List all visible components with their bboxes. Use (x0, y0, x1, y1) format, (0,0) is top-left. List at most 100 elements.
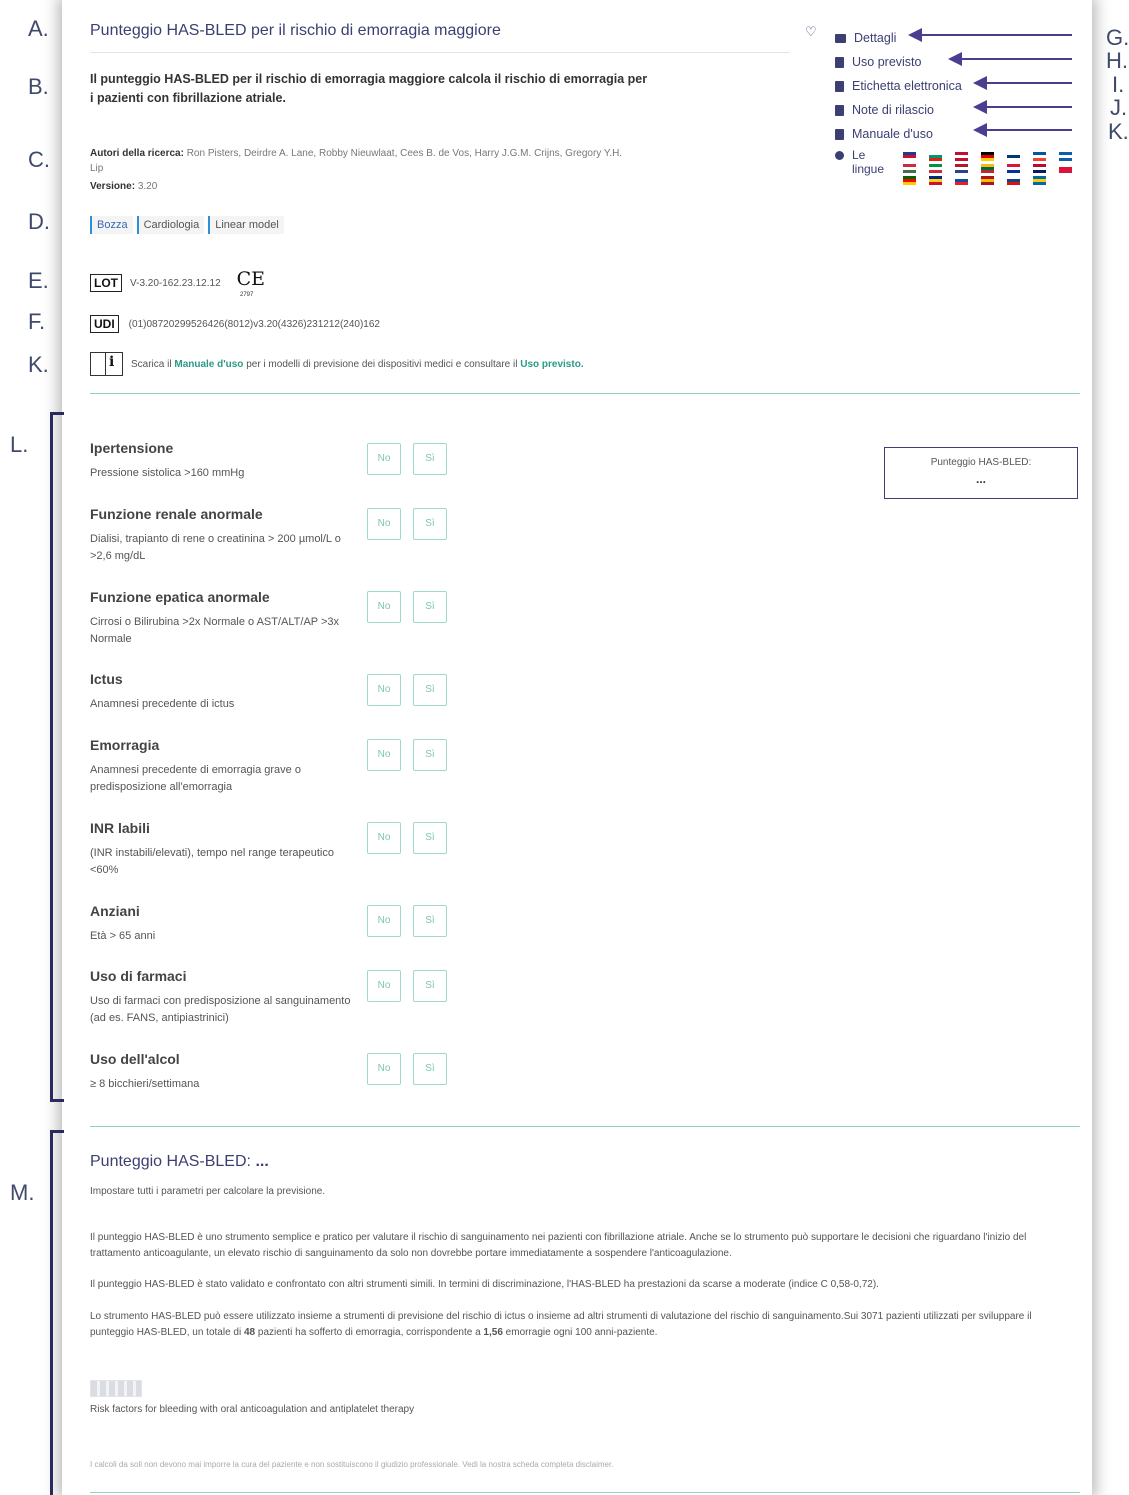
annotation-k-left: K. (28, 352, 49, 377)
yes-button[interactable]: Sì (413, 822, 447, 854)
side-nav: Dettagli Uso previsto Etichetta elettron… (835, 26, 962, 146)
tag-list: Bozza Cardiologia Linear model (90, 216, 284, 234)
yes-button[interactable]: Sì (413, 905, 447, 937)
languages-label-2: lingue (852, 162, 885, 176)
language-flag-icon[interactable] (929, 164, 942, 173)
question-title: Emorragia (90, 737, 160, 753)
language-flag-icon[interactable] (1033, 152, 1046, 161)
bracket-m (50, 1130, 64, 1495)
language-flags (903, 152, 1072, 185)
language-flag-icon[interactable] (1033, 164, 1046, 173)
nav-etichetta-elettronica[interactable]: Etichetta elettronica (835, 74, 962, 98)
nav-label: Etichetta elettronica (852, 79, 962, 93)
language-flag-icon[interactable] (1033, 176, 1046, 185)
score-box: Punteggio HAS-BLED: ... (884, 447, 1078, 499)
language-flag-icon[interactable] (1059, 164, 1072, 173)
question-item: Ictus Anamnesi precedente di ictus (90, 671, 360, 713)
yes-button[interactable]: Sì (413, 508, 447, 540)
reference-thumbnail[interactable] (90, 1380, 142, 1397)
language-flag-icon[interactable] (955, 176, 968, 185)
annotation-l: L. (10, 432, 29, 457)
question-item: Ipertensione Pressione sistolica >160 mmH… (90, 440, 360, 482)
question-item: Uso dell'alcol ≥ 8 bicchieri/settimana (90, 1051, 360, 1093)
language-flag-icon[interactable] (955, 164, 968, 173)
nav-manuale-uso[interactable]: Manuale d'uso (835, 122, 962, 146)
yes-button[interactable]: Sì (413, 443, 447, 475)
language-flag-icon[interactable] (981, 164, 994, 173)
manual-prefix: Scarica il (131, 358, 172, 370)
tag-cardiologia[interactable]: Cardiologia (136, 216, 205, 234)
language-flag-icon[interactable] (903, 164, 916, 173)
document-icon (835, 56, 844, 68)
no-button[interactable]: No (367, 443, 401, 475)
reference-caption[interactable]: Risk factors for bleeding with oral anti… (90, 1404, 414, 1415)
authors: Autori della ricerca: Ron Pisters, Deird… (90, 146, 635, 176)
annotation-k-right: K. (1108, 119, 1129, 144)
language-flag-icon[interactable] (955, 152, 968, 161)
p3-d: 1,56 (483, 1327, 503, 1338)
yes-button[interactable]: Sì (413, 674, 447, 706)
manual-link[interactable]: Manuale d'uso (174, 359, 243, 370)
no-button[interactable]: No (367, 739, 401, 771)
p3-b: 48 (244, 1327, 256, 1338)
header-divider (90, 393, 1080, 394)
language-flag-icon[interactable] (929, 176, 942, 185)
question-title: Funzione renale anormale (90, 506, 263, 522)
no-button[interactable]: No (367, 970, 401, 1002)
question-title: Uso di farmaci (90, 968, 187, 984)
language-flag-icon[interactable] (1059, 152, 1072, 161)
question-item: Uso di farmaci Uso di farmaci con predisp… (90, 968, 360, 1027)
language-flag-icon[interactable] (1007, 152, 1020, 161)
language-flag-icon[interactable] (929, 152, 942, 161)
nav-dettagli[interactable]: Dettagli (835, 26, 962, 50)
language-flag-icon[interactable] (981, 176, 994, 185)
title-divider (90, 52, 790, 53)
yes-button[interactable]: Sì (413, 739, 447, 771)
manual-suffix: . (580, 358, 584, 370)
document-icon (835, 128, 844, 140)
question-item: Funzione renale anormale Dialisi, trapian… (90, 506, 360, 565)
no-button[interactable]: No (367, 674, 401, 706)
language-flag-icon[interactable] (903, 152, 916, 161)
question-subtitle: Dialisi, trapianto di rene o creatinina … (90, 533, 341, 562)
question-item: Anziani Età > 65 anni (90, 903, 360, 945)
nav-uso-previsto[interactable]: Uso previsto (835, 50, 962, 74)
nav-note-di-rilascio[interactable]: Note di rilascio (835, 98, 962, 122)
favorite-heart-icon[interactable]: ♡ (805, 24, 817, 40)
annotation-a: A. (28, 16, 49, 41)
language-flag-icon[interactable] (1007, 164, 1020, 173)
result-title-label: Punteggio HAS-BLED: (90, 1153, 251, 1170)
question-subtitle: Cirrosi o Bilirubina >2x Normale o AST/A… (90, 616, 340, 645)
arrow-h (948, 52, 1072, 66)
question-item: INR labili (INR instabili/elevati), tempo… (90, 820, 360, 879)
language-flag-icon[interactable] (1007, 176, 1020, 185)
no-button[interactable]: No (367, 905, 401, 937)
intended-use-link[interactable]: Uso previsto (520, 359, 581, 370)
question-title: Ictus (90, 671, 123, 687)
result-paragraph-1: Il punteggio HAS-BLED è uno strumento se… (90, 1232, 1027, 1259)
language-flag-icon[interactable] (903, 176, 916, 185)
language-flag-icon[interactable] (981, 152, 994, 161)
ce-mark-icon: CE (236, 268, 266, 290)
no-button[interactable]: No (367, 1053, 401, 1085)
authors-label: Autori della ricerca: (90, 148, 184, 159)
p3-c: pazienti ha sofferto di emorragia, corri… (257, 1327, 481, 1338)
question-title: INR labili (90, 820, 150, 836)
question-subtitle: ≥ 8 bicchieri/settimana (90, 1078, 200, 1090)
page-title: Punteggio HAS-BLED per il rischio di emo… (90, 22, 501, 39)
tag-bozza[interactable]: Bozza (90, 216, 133, 234)
question-item: Funzione epatica anormale Cirrosi o Bilir… (90, 589, 360, 648)
arrow-k (973, 123, 1072, 137)
no-button[interactable]: No (367, 591, 401, 623)
languages: Le lingue (835, 148, 884, 176)
no-button[interactable]: No (367, 508, 401, 540)
yes-button[interactable]: Sì (413, 1053, 447, 1085)
no-button[interactable]: No (367, 822, 401, 854)
yes-button[interactable]: Sì (413, 970, 447, 1002)
yes-button[interactable]: Sì (413, 591, 447, 623)
nav-label: Note di rilascio (852, 103, 934, 117)
document-icon (835, 104, 844, 116)
nav-label: Uso previsto (852, 55, 922, 69)
udi-icon: UDI (90, 315, 119, 333)
tag-linear-model[interactable]: Linear model (208, 216, 284, 234)
